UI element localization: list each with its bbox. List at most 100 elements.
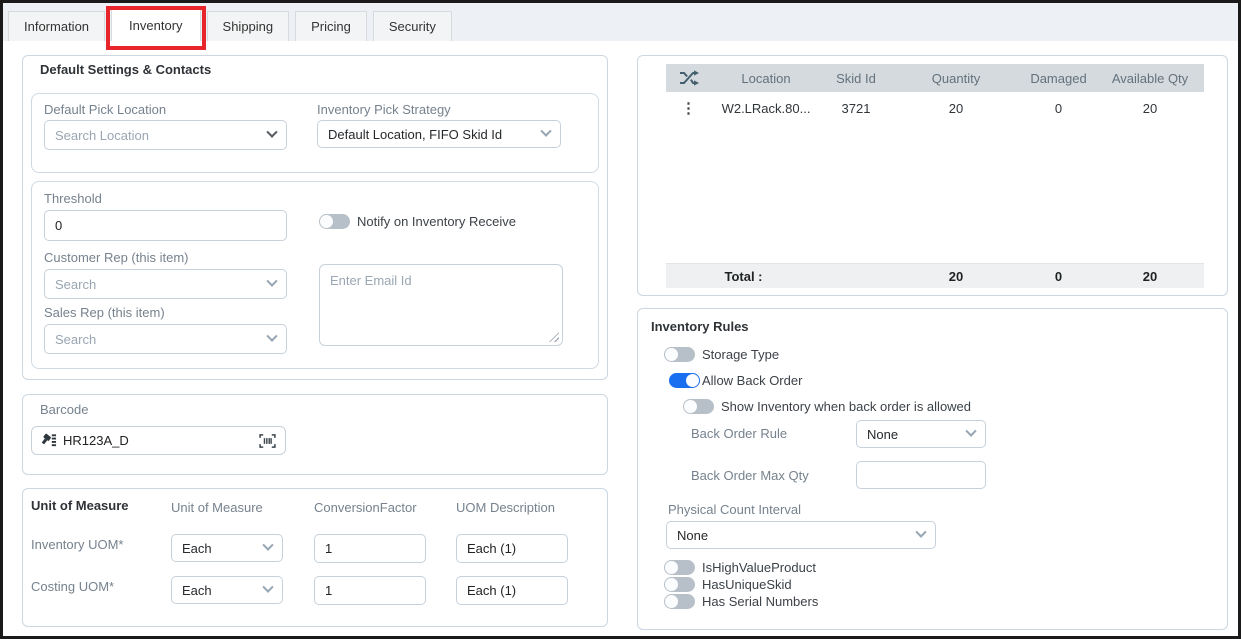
chevron-down-icon [262,582,273,593]
chevron-down-icon [965,426,976,437]
allow-back-order-label: Allow Back Order [702,373,802,388]
barcode-input[interactable] [31,426,286,455]
shuffle-icon[interactable] [666,70,711,86]
notify-on-inventory-receive-toggle[interactable] [319,214,350,229]
back-order-rule-value: None [867,427,898,442]
has-serial-numbers-toggle[interactable] [664,594,695,609]
inventory-pick-strategy-select[interactable]: Default Location, FIFO Skid Id [317,120,561,148]
total-label: Total : [666,269,821,284]
physical-count-interval-label: Physical Count Interval [668,502,801,517]
show-inventory-row: Show Inventory when back order is allowe… [683,399,971,414]
chevron-down-icon [540,126,551,137]
total-quantity: 20 [891,269,1021,284]
storage-type-toggle[interactable] [664,347,695,362]
physical-count-interval-value: None [677,528,708,543]
allow-back-order-row: Allow Back Order [669,373,802,388]
email-field[interactable] [319,264,563,346]
is-high-value-product-label: IsHighValueProduct [702,560,816,575]
default-pick-location-select[interactable]: Search Location [44,120,287,150]
uom-col-unit-of-measure: Unit of Measure [171,500,263,515]
uom-col-description: UOM Description [456,500,555,515]
row-location: W2.LRack.80... [711,101,821,116]
inventory-uom-description-input[interactable] [456,534,568,563]
item-details-window: Information Inventory Shipping Pricing S… [0,0,1241,639]
show-inventory-label: Show Inventory when back order is allowe… [721,399,971,414]
barcode-value-input[interactable] [63,433,252,448]
chevron-down-icon [266,127,277,138]
has-unique-skid-label: HasUniqueSkid [702,577,792,592]
sales-rep-select[interactable]: Search [44,324,287,354]
default-pick-location-label: Default Pick Location [44,102,166,117]
costing-uom-value: Each [182,583,212,598]
physical-count-interval-select[interactable]: None [666,521,936,549]
back-order-max-qty-label: Back Order Max Qty [691,468,809,483]
row-damaged: 0 [1021,101,1096,116]
default-settings-title: Default Settings & Contacts [40,62,211,77]
inventory-uom-select[interactable]: Each [171,534,283,562]
is-high-value-product-toggle[interactable] [664,560,695,575]
default-settings-panel: Default Settings & Contacts Default Pick… [22,55,608,380]
inventory-pick-strategy-value: Default Location, FIFO Skid Id [328,127,502,142]
threshold-label: Threshold [44,191,102,206]
barcode-icon[interactable] [258,433,277,449]
col-damaged[interactable]: Damaged [1021,71,1096,86]
back-order-max-qty-input[interactable] [856,461,986,489]
customer-rep-select[interactable]: Search [44,269,287,299]
chevron-down-icon [262,540,273,551]
uom-col-conversion-factor: ConversionFactor [314,500,417,515]
inventory-rules-panel: Inventory Rules Storage Type Allow Back … [637,308,1228,630]
tab-inventory-wrap: Inventory [111,7,200,41]
costing-uom-description-input[interactable] [456,576,568,605]
chevron-down-icon [266,276,277,287]
has-unique-skid-toggle[interactable] [664,577,695,592]
storage-type-row: Storage Type [664,347,779,362]
inventory-uom-value: Each [182,541,212,556]
tab-information[interactable]: Information [8,11,105,41]
customer-rep-placeholder: Search [55,277,96,292]
is-high-value-product-row: IsHighValueProduct [664,560,816,575]
back-order-rule-label: Back Order Rule [691,426,787,441]
uom-title: Unit of Measure [31,498,129,513]
sales-rep-label: Sales Rep (this item) [44,305,165,320]
storage-type-label: Storage Type [702,347,779,362]
col-location[interactable]: Location [711,71,821,86]
row-menu-icon[interactable]: ⋮ [681,101,696,116]
notify-toggle-label: Notify on Inventory Receive [357,214,516,229]
tab-inventory[interactable]: Inventory [111,7,200,41]
chevron-down-icon [266,331,277,342]
row-skid-id: 3721 [821,101,891,116]
has-serial-numbers-row: Has Serial Numbers [664,594,818,609]
barcode-label: Barcode [40,402,88,417]
barcode-panel: Barcode [22,394,608,475]
tab-shipping[interactable]: Shipping [207,11,290,41]
has-unique-skid-row: HasUniqueSkid [664,577,792,592]
col-quantity[interactable]: Quantity [891,71,1021,86]
uom-panel: Unit of Measure Unit of Measure Conversi… [22,488,608,627]
inventory-table-header: Location Skid Id Quantity Damaged Availa… [666,64,1204,92]
allow-back-order-toggle[interactable] [669,373,700,388]
tab-pricing[interactable]: Pricing [295,11,367,41]
customer-rep-label: Customer Rep (this item) [44,250,188,265]
back-order-rule-select[interactable]: None [856,420,986,448]
table-total-row: Total : 20 0 20 [666,263,1204,288]
threshold-input[interactable] [44,210,287,241]
col-skid-id[interactable]: Skid Id [821,71,891,86]
total-available-qty: 20 [1096,269,1204,284]
default-pick-location-placeholder: Search Location [55,128,149,143]
inventory-uom-conversion-input[interactable] [314,534,426,563]
show-inventory-toggle[interactable] [683,399,714,414]
costing-uom-select[interactable]: Each [171,576,283,604]
costing-uom-conversion-input[interactable] [314,576,426,605]
sales-rep-placeholder: Search [55,332,96,347]
row-quantity: 20 [891,101,1021,116]
inventory-uom-label: Inventory UOM* [31,537,123,552]
tab-security[interactable]: Security [373,11,452,41]
col-available-qty[interactable]: Available Qty [1096,71,1204,86]
barcode-scanner-icon [40,432,57,449]
notify-toggle-row: Notify on Inventory Receive [319,214,516,229]
total-damaged: 0 [1021,269,1096,284]
table-row: ⋮ W2.LRack.80... 3721 20 0 20 [666,92,1204,124]
inventory-rules-title: Inventory Rules [651,319,749,334]
inventory-table-panel: Location Skid Id Quantity Damaged Availa… [637,55,1228,296]
costing-uom-label: Costing UOM* [31,579,114,594]
